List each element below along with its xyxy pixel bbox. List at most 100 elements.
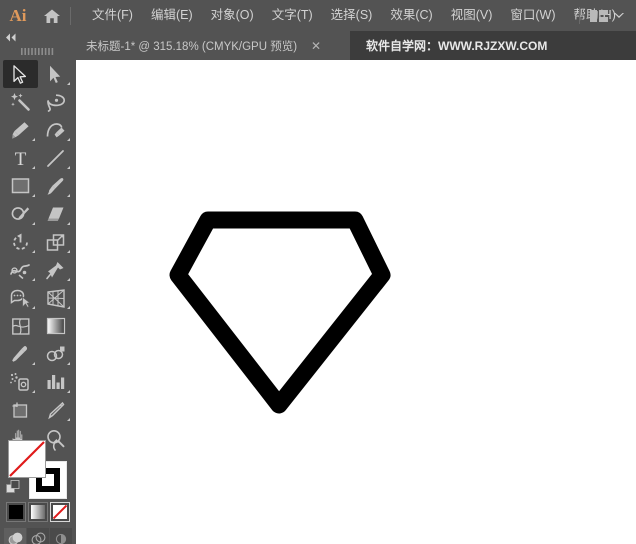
grip-dots-icon [21, 48, 55, 55]
fill-none-slash-icon [9, 441, 45, 477]
menu-file[interactable]: 文件(F) [83, 0, 142, 31]
rotate-icon [11, 233, 31, 252]
perspective-grid-tool[interactable] [38, 284, 73, 312]
menu-type[interactable]: 文字(T) [263, 0, 322, 31]
workspace-layout-icon [590, 9, 608, 23]
mesh-tool[interactable] [3, 312, 38, 340]
document-tab[interactable]: 未标题-1* @ 315.18% (CMYK/GPU 预览) ✕ [76, 31, 350, 60]
flyout-indicator [32, 250, 35, 253]
flyout-indicator [32, 166, 35, 169]
gradient-tool[interactable] [38, 312, 73, 340]
artwork-layer [76, 60, 636, 544]
none-button[interactable] [50, 502, 70, 522]
none-slash-icon [53, 505, 67, 519]
menu-window[interactable]: 窗口(W) [501, 0, 564, 31]
draw-inside-button[interactable] [50, 528, 72, 544]
arrow-solid-icon [13, 65, 28, 84]
flyout-indicator [32, 222, 35, 225]
flyout-indicator [32, 138, 35, 141]
color-button[interactable] [6, 502, 26, 522]
artboard-icon [11, 401, 30, 420]
fill-swatch[interactable] [8, 440, 46, 478]
eraser-tool[interactable] [38, 200, 73, 228]
line-segment-tool[interactable] [38, 144, 73, 172]
menu-edit[interactable]: 编辑(E) [142, 0, 202, 31]
shape-builder-tool[interactable] [3, 284, 38, 312]
paintbrush-icon [46, 177, 65, 196]
color-mode-buttons [6, 502, 70, 524]
double-chevron-left-icon [5, 33, 17, 42]
document-tab-title: 未标题-1* @ 315.18% (CMYK/GPU 预览) [86, 38, 297, 54]
eyedropper-tool[interactable] [3, 340, 38, 368]
menu-bar: Ai 文件(F) 编辑(E) 对象(O) 文字(T) 选择(S) 效果(C) 视… [0, 0, 636, 31]
lasso-icon [46, 93, 66, 112]
flyout-indicator [32, 306, 35, 309]
flyout-indicator [32, 278, 35, 281]
panel-drag-handle[interactable] [0, 44, 76, 58]
curvature-tool[interactable] [38, 116, 73, 144]
rotate-tool[interactable] [3, 228, 38, 256]
arrow-white-icon [49, 65, 62, 84]
menu-object[interactable]: 对象(O) [202, 0, 263, 31]
watermark-text: 软件自学网：WWW.RJZXW.COM [366, 31, 547, 60]
draw-inside-icon [54, 532, 68, 544]
magic-wand-icon [11, 92, 31, 112]
flyout-indicator [32, 390, 35, 393]
width-warp-icon [10, 261, 31, 280]
eraser-icon [46, 205, 66, 223]
illustrator-window: Ai 文件(F) 编辑(E) 对象(O) 文字(T) 选择(S) 效果(C) 视… [0, 0, 636, 544]
workspace-switcher[interactable] [584, 0, 630, 31]
type-tool[interactable]: T [3, 144, 38, 172]
scale-tool[interactable] [38, 228, 73, 256]
slice-knife-icon [46, 401, 65, 420]
slice-tool[interactable] [38, 396, 73, 424]
tools-panel: T [0, 31, 76, 544]
curvature-icon [46, 121, 66, 140]
flyout-indicator [67, 166, 70, 169]
menu-effect[interactable]: 效果(C) [381, 0, 441, 31]
draw-normal-button[interactable] [4, 528, 26, 544]
shaper-pencil-icon [11, 205, 31, 224]
rectangle-tool[interactable] [3, 172, 38, 200]
default-fill-stroke-icon[interactable] [6, 480, 20, 494]
flyout-indicator [67, 250, 70, 253]
free-transform-tool[interactable] [38, 256, 73, 284]
artboard-tool[interactable] [3, 396, 38, 424]
pen-tool[interactable] [3, 116, 38, 144]
diamond-gem-path[interactable] [178, 220, 382, 405]
column-graph-tool[interactable] [38, 368, 73, 396]
paintbrush-tool[interactable] [38, 172, 73, 200]
eyedropper-icon [11, 345, 30, 364]
document-canvas[interactable] [76, 60, 636, 544]
lasso-tool[interactable] [38, 88, 73, 116]
menu-select[interactable]: 选择(S) [322, 0, 382, 31]
flyout-indicator [67, 306, 70, 309]
color-controls [0, 436, 76, 544]
flyout-indicator [67, 390, 70, 393]
draw-behind-button[interactable] [27, 528, 49, 544]
none-slash-glyph [53, 505, 67, 519]
app-logo: Ai [0, 0, 36, 31]
menu-items: 文件(F) 编辑(E) 对象(O) 文字(T) 选择(S) 效果(C) 视图(V… [83, 0, 625, 31]
free-transform-pin-icon [46, 261, 65, 280]
home-icon[interactable] [36, 0, 68, 31]
close-icon[interactable]: ✕ [303, 31, 329, 60]
blend-tool[interactable] [38, 340, 73, 368]
direct-selection-tool[interactable] [38, 60, 73, 88]
flyout-indicator [67, 82, 70, 85]
width-tool[interactable] [3, 256, 38, 284]
magic-wand-tool[interactable] [3, 88, 38, 116]
mesh-icon [11, 317, 31, 336]
flyout-indicator [32, 362, 35, 365]
shaper-tool[interactable] [3, 200, 38, 228]
flyout-indicator [67, 278, 70, 281]
swap-fill-stroke-icon[interactable] [52, 438, 66, 452]
selection-tool[interactable] [3, 60, 38, 88]
menu-view[interactable]: 视图(V) [442, 0, 502, 31]
collapse-panel-button[interactable] [0, 31, 76, 44]
gradient-icon [46, 317, 66, 335]
perspective-grid-icon [46, 289, 66, 308]
type-t-icon: T [12, 149, 29, 168]
gradient-button[interactable] [28, 502, 48, 522]
symbol-sprayer-tool[interactable] [3, 368, 38, 396]
